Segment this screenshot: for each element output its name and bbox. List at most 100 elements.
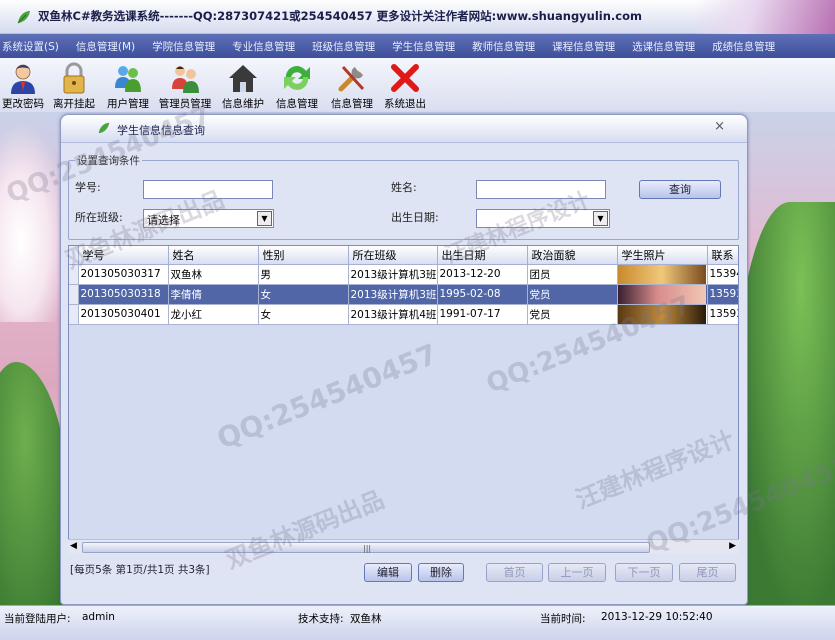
- menu-bar: 系统设置(S) 信息管理(M) 学院信息管理 专业信息管理 班级信息管理 学生信…: [0, 34, 835, 58]
- menu-selection-management[interactable]: 选课信息管理: [632, 39, 704, 54]
- edit-button[interactable]: 编辑: [364, 563, 412, 582]
- cell-gender[interactable]: 男: [258, 264, 349, 285]
- info-maintenance-label: 信息维护: [222, 98, 264, 110]
- cell-class[interactable]: 2013级计算机3班: [348, 264, 438, 285]
- table-row[interactable]: 201305030401 龙小红 女 2013级计算机4班 1991-07-17…: [69, 304, 738, 325]
- admin-management-button[interactable]: 管理员管理: [154, 58, 216, 112]
- leave-suspend-button[interactable]: 离开挂起: [46, 58, 102, 112]
- cell-birth-date[interactable]: 2013-12-20: [437, 264, 528, 285]
- row-header[interactable]: [69, 304, 79, 325]
- cell-gender[interactable]: 女: [258, 304, 349, 325]
- refresh-icon: [284, 66, 310, 90]
- app-leaf-icon: [17, 11, 30, 24]
- scrollbar-grip: |||: [363, 544, 372, 553]
- row-header[interactable]: [69, 264, 79, 285]
- calendar-dropdown-icon[interactable]: ▼: [593, 211, 608, 226]
- row-header[interactable]: [69, 284, 79, 305]
- menu-student-management[interactable]: 学生信息管理: [392, 39, 464, 54]
- menu-system-settings[interactable]: 系统设置(S): [2, 39, 68, 54]
- prev-page-button[interactable]: 上一页: [548, 563, 606, 582]
- menu-class-management[interactable]: 班级信息管理: [312, 39, 384, 54]
- student-no-label: 学号:: [75, 181, 101, 194]
- title-decoration: [695, 0, 835, 34]
- menu-info-management[interactable]: 信息管理(M): [76, 39, 144, 54]
- student-no-input[interactable]: [143, 180, 273, 199]
- cell-politics[interactable]: 团员: [527, 264, 618, 285]
- menu-major-management[interactable]: 专业信息管理: [232, 39, 304, 54]
- admin-management-label: 管理员管理: [158, 98, 212, 110]
- cell-name[interactable]: 龙小红: [168, 304, 259, 325]
- admins-icon: [172, 66, 199, 93]
- student-photo: [617, 304, 706, 323]
- menu-college-management[interactable]: 学院信息管理: [152, 39, 224, 54]
- window-leaf-icon: [98, 122, 110, 134]
- change-password-label: 更改密码: [2, 98, 44, 110]
- column-header-contact[interactable]: 联系: [707, 246, 738, 265]
- cell-contact[interactable]: 15394: [707, 264, 738, 285]
- current-time-label: 当前时间:: [540, 613, 586, 625]
- column-header-photo[interactable]: 学生照片: [617, 246, 708, 265]
- cell-class[interactable]: 2013级计算机4班: [348, 304, 438, 325]
- cell-class[interactable]: 2013级计算机3班: [348, 284, 438, 305]
- cell-gender[interactable]: 女: [258, 284, 349, 305]
- menu-teacher-management[interactable]: 教师信息管理: [472, 39, 544, 54]
- table-row-selected[interactable]: 201305030318 李倩倩 女 2013级计算机3班 1995-02-08…: [69, 284, 738, 305]
- column-header-student-no[interactable]: 学号: [78, 246, 169, 265]
- child-window-titlebar: 学生信息信息查询 ×: [61, 115, 747, 143]
- first-page-button[interactable]: 首页: [486, 563, 543, 582]
- column-header-politics[interactable]: 政治面貌: [527, 246, 618, 265]
- student-query-window: 学生信息信息查询 × 设置查询条件 学号: 姓名: 查询 所在班级: 请选择 ▼…: [60, 114, 748, 605]
- cell-politics[interactable]: 党员: [527, 284, 618, 305]
- horizontal-scrollbar[interactable]: ◀ ||| ▶: [68, 539, 739, 554]
- cell-photo[interactable]: [617, 304, 708, 325]
- cell-photo[interactable]: [617, 264, 708, 285]
- info-management-button-1[interactable]: 信息管理: [270, 58, 324, 112]
- column-header-name[interactable]: 姓名: [168, 246, 259, 265]
- system-exit-label: 系统退出: [384, 98, 426, 110]
- close-icon[interactable]: ×: [714, 119, 725, 134]
- query-group-legend: 设置查询条件: [75, 153, 142, 168]
- cell-contact[interactable]: 13593: [707, 284, 738, 305]
- search-button[interactable]: 查询: [639, 180, 721, 199]
- name-input[interactable]: [476, 180, 606, 199]
- column-header-birth-date[interactable]: 出生日期: [437, 246, 528, 265]
- cell-name[interactable]: 双鱼林: [168, 264, 259, 285]
- table-row[interactable]: 201305030317 双鱼林 男 2013级计算机3班 2013-12-20…: [69, 264, 738, 285]
- chevron-down-icon[interactable]: ▼: [257, 211, 272, 226]
- next-page-button[interactable]: 下一页: [615, 563, 673, 582]
- menu-course-management[interactable]: 课程信息管理: [552, 39, 624, 54]
- cell-student-no[interactable]: 201305030317: [78, 264, 169, 285]
- last-page-button[interactable]: 尾页: [679, 563, 736, 582]
- window-title: 双鱼林C#教务选课系统-------QQ:287307421或254540457…: [38, 9, 642, 23]
- menu-score-management[interactable]: 成绩信息管理: [712, 39, 784, 54]
- scrollbar-thumb[interactable]: |||: [82, 542, 650, 553]
- system-exit-button[interactable]: 系统退出: [380, 58, 430, 112]
- scroll-left-icon[interactable]: ◀: [70, 541, 77, 551]
- query-conditions-group: 设置查询条件 学号: 姓名: 查询 所在班级: 请选择 ▼ 出生日期: ▼: [68, 153, 739, 240]
- name-label: 姓名:: [391, 181, 417, 194]
- user-management-button[interactable]: 用户管理: [102, 58, 154, 112]
- cell-photo[interactable]: [617, 284, 708, 305]
- cell-birth-date[interactable]: 1995-02-08: [437, 284, 528, 305]
- info-management-button-2[interactable]: 信息管理: [324, 58, 380, 112]
- cell-student-no[interactable]: 201305030318: [78, 284, 169, 305]
- info-maintenance-button[interactable]: 信息维护: [216, 58, 270, 112]
- cell-name[interactable]: 李倩倩: [168, 284, 259, 305]
- column-header-class[interactable]: 所在班级: [348, 246, 438, 265]
- users-icon: [115, 66, 141, 92]
- scroll-right-icon[interactable]: ▶: [729, 541, 736, 551]
- tech-support-value: 双鱼林: [350, 613, 382, 625]
- cell-politics[interactable]: 党员: [527, 304, 618, 325]
- class-label: 所在班级:: [75, 211, 123, 224]
- class-select[interactable]: 请选择 ▼: [143, 209, 274, 228]
- birth-date-picker[interactable]: ▼: [476, 209, 610, 228]
- cell-contact[interactable]: 13593: [707, 304, 738, 325]
- column-header-gender[interactable]: 性别: [258, 246, 349, 265]
- delete-button[interactable]: 删除: [418, 563, 464, 582]
- lock-icon: [63, 62, 85, 94]
- cell-birth-date[interactable]: 1991-07-17: [437, 304, 528, 325]
- cell-student-no[interactable]: 201305030401: [78, 304, 169, 325]
- exit-icon: [391, 64, 419, 92]
- home-icon: [229, 65, 257, 92]
- change-password-button[interactable]: 更改密码: [0, 58, 46, 112]
